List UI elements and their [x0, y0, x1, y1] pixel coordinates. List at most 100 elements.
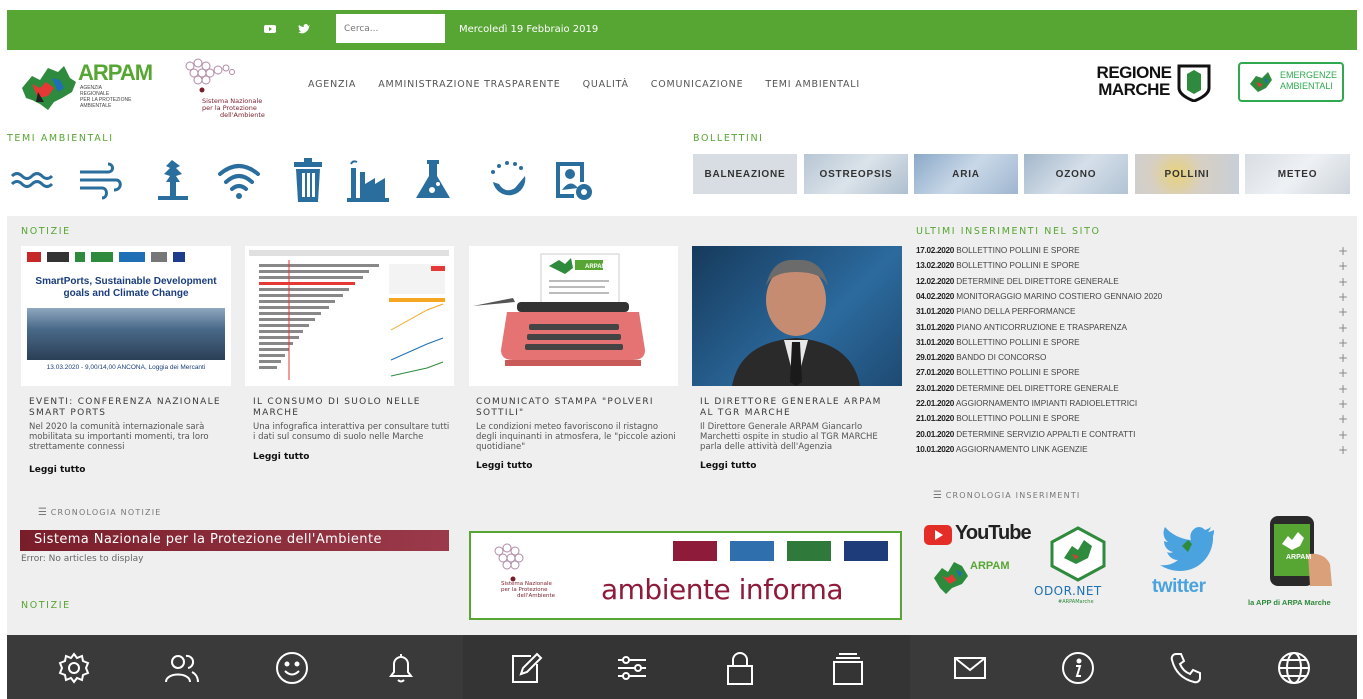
ambiente-informa-text: ambiente informa: [601, 573, 844, 606]
arpam-app-logo[interactable]: ARPAM la APP di ARPA Marche: [1244, 514, 1356, 610]
expand-plus-icon[interactable]: +: [1338, 276, 1348, 288]
cronologia-inserimenti-link[interactable]: ☰ CRONOLOGIA INSERIMENTI: [933, 490, 1080, 501]
news-title-direttore[interactable]: IL DIRETTORE GENERALE ARPAM AL TGR MARCH…: [700, 397, 882, 419]
lock-icon[interactable]: [722, 650, 758, 686]
arpam-social-logo[interactable]: ARPAM: [932, 556, 1012, 598]
expand-plus-icon[interactable]: +: [1338, 291, 1348, 303]
youtube-icon[interactable]: [263, 22, 277, 36]
news-image-typewriter[interactable]: ARPAM: [469, 246, 678, 386]
twitter-logo[interactable]: twitter: [1148, 524, 1228, 600]
expand-plus-icon[interactable]: +: [1338, 337, 1348, 349]
search-input[interactable]: [336, 14, 445, 43]
latest-item-date: 12.02.2020: [916, 276, 954, 286]
smartports-caption: 13.03.2020 - 9,00/14,00 ANCONA, Loggia d…: [46, 364, 206, 371]
emergenze-text: EMERGENZE AMBIENTALI: [1280, 70, 1337, 92]
wifi-icon[interactable]: [216, 158, 262, 204]
globe-icon[interactable]: [1276, 650, 1312, 686]
latest-item[interactable]: 17.02.2020 BOLLETTINO POLLINI E SPORE: [916, 246, 1080, 255]
latest-item[interactable]: 20.01.2020 DETERMINE SERVIZIO APPALTI E …: [916, 430, 1135, 439]
latest-item[interactable]: 23.01.2020 DETERMINE DEL DIRETTORE GENER…: [916, 384, 1119, 393]
amb-snpa-3: dell'Ambiente: [517, 593, 555, 599]
latest-item[interactable]: 31.01.2020 PIANO ANTICORRUZIONE E TRASPA…: [916, 323, 1127, 332]
twitter-wordmark: twitter: [1152, 576, 1206, 597]
youtube-logo[interactable]: YouTube: [924, 522, 1032, 548]
bollettino-pollini[interactable]: POLLINI: [1135, 154, 1239, 194]
expand-plus-icon[interactable]: +: [1338, 444, 1348, 456]
bollettino-ostreopsis[interactable]: OSTREOPSIS: [804, 154, 908, 194]
latest-item[interactable]: 31.01.2020 BOLLETTINO POLLINI E SPORE: [916, 338, 1080, 347]
expand-plus-icon[interactable]: +: [1338, 260, 1348, 272]
news-image-consumo-suolo[interactable]: [245, 246, 454, 386]
settings-icon[interactable]: [56, 650, 92, 686]
arpam-logo[interactable]: ARPAM AGENZIA REGIONALE PER LA PROTEZION…: [18, 58, 153, 118]
nav-comunicazione[interactable]: COMUNICAZIONE: [651, 79, 744, 90]
water-icon[interactable]: [10, 158, 56, 204]
news-title-smartports[interactable]: EVENTI: CONFERENZA NAZIONALE SMART PORTS: [29, 397, 221, 419]
bell-icon[interactable]: [383, 650, 419, 686]
nav-qualita[interactable]: QUALITÀ: [583, 79, 629, 90]
flask-icon[interactable]: [410, 158, 456, 204]
list-icon: ☰: [933, 490, 942, 501]
nav-amministrazione-trasparente[interactable]: AMMINISTRAZIONE TRASPARENTE: [378, 79, 560, 90]
wind-icon[interactable]: [78, 158, 124, 204]
emergenze-ambientali-button[interactable]: EMERGENZE AMBIENTALI: [1238, 62, 1344, 102]
partner-logos: [27, 252, 225, 266]
leggi-tutto-link-4[interactable]: Leggi tutto: [700, 461, 756, 471]
expand-plus-icon[interactable]: +: [1338, 352, 1348, 364]
latest-item[interactable]: 22.01.2020 AGGIORNAMENTO IMPIANTI RADIOE…: [916, 399, 1137, 408]
industry-icon[interactable]: [345, 158, 391, 204]
archive-icon[interactable]: [830, 650, 866, 686]
expand-plus-icon[interactable]: +: [1338, 398, 1348, 410]
latest-item[interactable]: 04.02.2020 MONITORAGGIO MARINO COSTIERO …: [916, 292, 1162, 301]
latest-item[interactable]: 21.01.2020 BOLLETTINO POLLINI E SPORE: [916, 414, 1080, 423]
news-image-smartports[interactable]: SmartPorts, Sustainable Development goal…: [21, 246, 231, 386]
leggi-tutto-link-3[interactable]: Leggi tutto: [476, 461, 532, 471]
latest-item-text: BOLLETTINO POLLINI E SPORE: [956, 368, 1080, 378]
users-icon[interactable]: [164, 650, 200, 686]
latest-item[interactable]: 10.01.2020 AGGIORNAMENTO LINK AGENZIE: [916, 445, 1088, 454]
smile-icon[interactable]: [274, 650, 310, 686]
news-image-direttore[interactable]: [692, 246, 902, 386]
latest-item[interactable]: 27.01.2020 BOLLETTINO POLLINI E SPORE: [916, 368, 1080, 377]
cronologia-notizie-link[interactable]: ☰ CRONOLOGIA NOTIZIE: [38, 507, 162, 518]
expand-plus-icon[interactable]: +: [1338, 306, 1348, 318]
edit-icon[interactable]: [507, 650, 543, 686]
latest-item-date: 31.01.2020: [916, 337, 954, 347]
ambiente-informa-banner[interactable]: Sistema Nazionale per la Protezione dell…: [469, 531, 902, 620]
regione-marche-logo[interactable]: REGIONE MARCHE: [1095, 62, 1215, 104]
bollettino-meteo[interactable]: METEO: [1245, 154, 1350, 194]
latest-item[interactable]: 29.01.2020 BANDO DI CONCORSO: [916, 353, 1046, 362]
latest-item[interactable]: 12.02.2020 DETERMINE DEL DIRETTORE GENER…: [916, 277, 1119, 286]
phone-icon[interactable]: [1168, 650, 1204, 686]
latest-item[interactable]: 13.02.2020 BOLLETTINO POLLINI E SPORE: [916, 261, 1080, 270]
leggi-tutto-link-1[interactable]: Leggi tutto: [29, 465, 85, 475]
odornet-logo[interactable]: ODOR.NET #ARPAMarche: [1032, 524, 1126, 608]
trash-icon[interactable]: [286, 158, 332, 204]
expand-plus-icon[interactable]: +: [1338, 367, 1348, 379]
info-icon[interactable]: [1060, 650, 1096, 686]
snpa-logo[interactable]: Sistema Nazionale per la Protezione dell…: [182, 58, 287, 119]
snpa-banner[interactable]: Sistema Nazionale per la Protezione dell…: [20, 530, 449, 551]
expand-plus-icon[interactable]: +: [1338, 383, 1348, 395]
tree-icon[interactable]: [150, 158, 196, 204]
bollettino-balneazione[interactable]: BALNEAZIONE: [693, 154, 797, 194]
odornet-subtext: #ARPAMarche: [1058, 599, 1094, 605]
expand-plus-icon[interactable]: +: [1338, 322, 1348, 334]
bollettino-ozono[interactable]: OZONO: [1024, 154, 1128, 194]
expand-plus-icon[interactable]: +: [1338, 245, 1348, 257]
nav-temi-ambientali[interactable]: TEMI AMBIENTALI: [765, 79, 860, 90]
news-desc-consumo-suolo: Una infografica interattiva per consulta…: [253, 422, 449, 442]
news-title-polveri-sottili[interactable]: COMUNICATO STAMPA "POLVERI SOTTILI": [476, 397, 654, 419]
twitter-icon[interactable]: [297, 22, 311, 36]
bollettino-aria[interactable]: ARIA: [914, 154, 1018, 194]
eco-globe-icon[interactable]: [485, 158, 531, 204]
latest-item[interactable]: 31.01.2020 PIANO DELLA PERFORMANCE: [916, 307, 1075, 316]
expand-plus-icon[interactable]: +: [1338, 429, 1348, 441]
leggi-tutto-link-2[interactable]: Leggi tutto: [253, 452, 309, 462]
sliders-icon[interactable]: [614, 650, 650, 686]
expand-plus-icon[interactable]: +: [1338, 413, 1348, 425]
mail-icon[interactable]: [952, 650, 988, 686]
user-gear-icon[interactable]: [550, 158, 596, 204]
nav-agenzia[interactable]: AGENZIA: [308, 79, 356, 90]
news-title-consumo-suolo[interactable]: IL CONSUMO DI SUOLO NELLE MARCHE: [253, 397, 421, 419]
